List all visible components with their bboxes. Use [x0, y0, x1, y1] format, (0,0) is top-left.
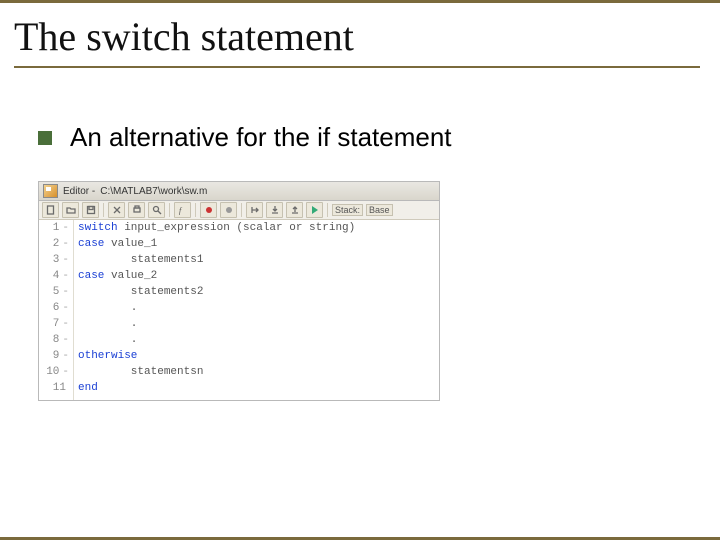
slide-title: The switch statement — [14, 13, 710, 60]
step-out-icon[interactable] — [286, 202, 303, 218]
svg-text:f: f — [179, 206, 183, 215]
editor-code-area: 1- 2- 3- 4- 5- 6- 7- 8- 9- 10- 11 switch… — [39, 220, 439, 400]
editor-titlebar: Editor - C:\MATLAB7\work\sw.m — [39, 182, 439, 201]
line-number-gutter: 1- 2- 3- 4- 5- 6- 7- 8- 9- 10- 11 — [39, 220, 74, 400]
editor-toolbar: f Stack: Base — [39, 201, 439, 220]
function-icon[interactable]: f — [174, 202, 191, 218]
stack-selector[interactable]: Base — [366, 204, 393, 216]
open-file-icon[interactable] — [62, 202, 79, 218]
square-bullet-icon — [38, 131, 52, 145]
run-icon[interactable] — [306, 202, 323, 218]
clear-breakpoint-icon[interactable] — [220, 202, 237, 218]
print-icon[interactable] — [128, 202, 145, 218]
step-in-icon[interactable] — [266, 202, 283, 218]
matlab-editor-window: Editor - C:\MATLAB7\work\sw.m f — [38, 181, 440, 401]
save-icon[interactable] — [82, 202, 99, 218]
stack-label: Stack: — [332, 204, 363, 216]
code-text[interactable]: switch input_expression (scalar or strin… — [74, 220, 439, 400]
bullet-item: An alternative for the if statement — [38, 122, 720, 153]
editor-file-path: C:\MATLAB7\work\sw.m — [100, 186, 207, 197]
set-breakpoint-icon[interactable] — [200, 202, 217, 218]
cut-icon[interactable] — [108, 202, 125, 218]
find-icon[interactable] — [148, 202, 165, 218]
new-file-icon[interactable] — [42, 202, 59, 218]
bullet-text: An alternative for the if statement — [70, 122, 452, 153]
editor-app-icon — [43, 184, 58, 198]
step-icon[interactable] — [246, 202, 263, 218]
editor-title-prefix: Editor - — [63, 186, 95, 197]
